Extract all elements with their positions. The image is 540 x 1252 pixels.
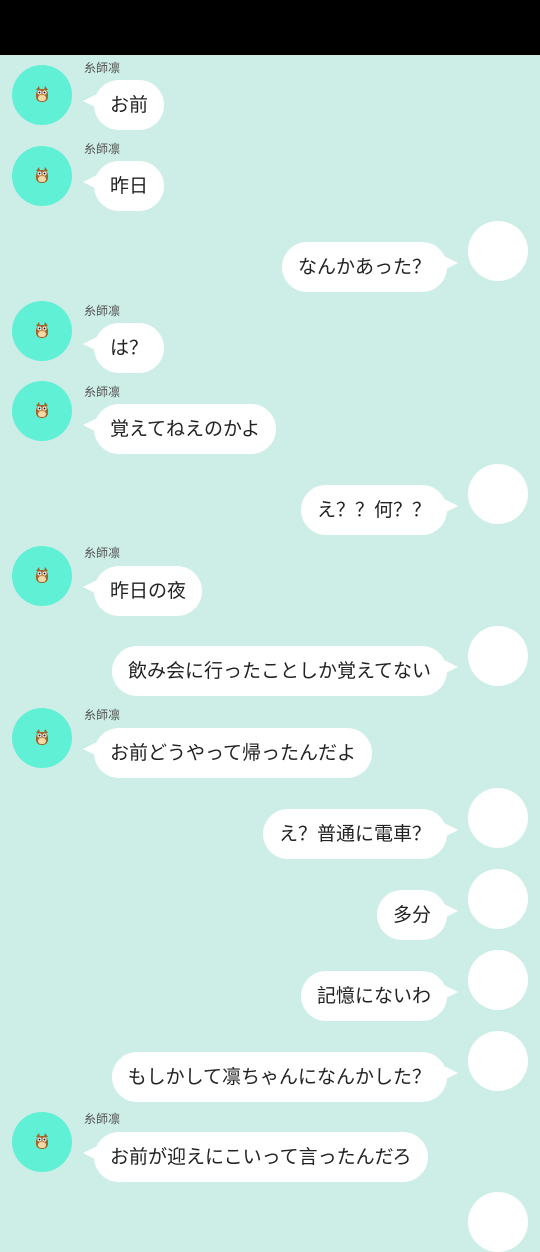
avatar[interactable]: [468, 950, 528, 1010]
message-bubble[interactable]: 飲み会に行ったことしか覚えてない: [111, 646, 459, 696]
avatar[interactable]: [468, 221, 528, 281]
sender-name: 糸師凛: [84, 304, 121, 318]
avatar[interactable]: [12, 708, 72, 768]
message-bubble[interactable]: 昨日の夜: [82, 566, 203, 616]
message-bubble[interactable]: なんかあった？: [281, 242, 459, 292]
owl-icon: [36, 322, 48, 338]
message-bubble[interactable]: お前どうやって帰ったんだよ: [82, 728, 373, 778]
sender-name: 糸師凛: [84, 385, 121, 399]
avatar[interactable]: [12, 381, 72, 441]
message-bubble[interactable]: 多分: [376, 890, 459, 940]
message-bubble[interactable]: え？普通に電車？: [262, 809, 459, 859]
avatar[interactable]: [468, 464, 528, 524]
message-bubble[interactable]: 覚えてねえのかよ: [82, 404, 277, 454]
sender-name: 糸師凛: [84, 61, 121, 75]
owl-icon: [36, 567, 48, 583]
avatar[interactable]: [468, 788, 528, 848]
sender-name: 糸師凛: [84, 142, 121, 156]
avatar[interactable]: [12, 301, 72, 361]
sender-name: 糸師凛: [84, 546, 121, 560]
message-bubble[interactable]: え？？何？？: [300, 485, 459, 535]
avatar[interactable]: [468, 1031, 528, 1091]
sender-name: 糸師凛: [84, 708, 121, 722]
message-bubble[interactable]: 記憶にないわ: [300, 971, 459, 1021]
chat-message-list[interactable]: 糸師凛 お前 糸師凛 昨日 なんかあった？ 糸師凛 は？ 糸師凛 覚えてねえのか…: [0, 0, 540, 1252]
avatar[interactable]: [12, 546, 72, 606]
owl-icon: [36, 1133, 48, 1149]
message-bubble[interactable]: もしかして凛ちゃんになんかした？: [111, 1052, 459, 1102]
message-bubble[interactable]: は？: [82, 323, 165, 373]
message-bubble[interactable]: お前が迎えにこいって言ったんだろ: [83, 1132, 428, 1182]
avatar[interactable]: [468, 1192, 528, 1252]
sender-name: 糸師凛: [84, 1112, 121, 1126]
owl-icon: [36, 402, 48, 418]
avatar[interactable]: [12, 1112, 72, 1172]
owl-icon: [36, 729, 48, 745]
owl-icon: [36, 86, 48, 102]
avatar[interactable]: [12, 65, 72, 125]
message-bubble[interactable]: お前: [82, 80, 165, 130]
owl-icon: [36, 167, 48, 183]
avatar[interactable]: [12, 146, 72, 206]
avatar[interactable]: [468, 869, 528, 929]
avatar[interactable]: [468, 626, 528, 686]
message-bubble[interactable]: 昨日: [82, 161, 165, 211]
